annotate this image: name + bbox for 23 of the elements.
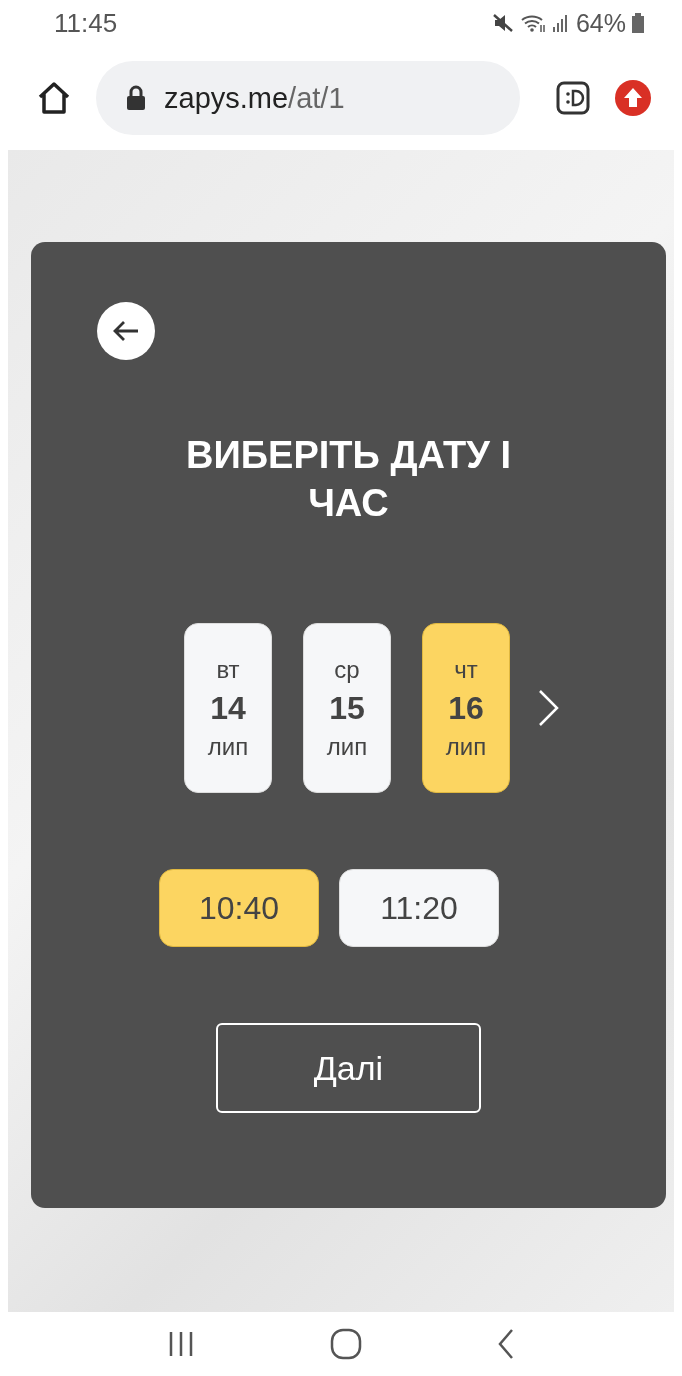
lock-icon — [126, 85, 146, 111]
mute-icon — [491, 13, 514, 33]
date-option[interactable]: чт 16 лип — [422, 623, 510, 793]
time-option[interactable]: 11:20 — [339, 869, 499, 947]
time-option[interactable]: 10:40 — [159, 869, 319, 947]
card-title: ВИБЕРІТЬ ДАТУ І ЧАС — [185, 433, 512, 526]
home-icon[interactable] — [36, 81, 72, 115]
left-arrow-icon — [111, 319, 141, 343]
back-button[interactable] — [97, 302, 155, 360]
date-option[interactable]: ср 15 лип — [303, 623, 391, 793]
battery-icon — [632, 13, 644, 33]
address-bar[interactable]: zapys.me/at/1 — [96, 61, 520, 135]
battery-percent: 64% — [575, 8, 626, 38]
next-button[interactable]: Далі — [216, 1023, 481, 1113]
smiley-tab-icon[interactable] — [556, 81, 590, 115]
wifi-icon — [519, 13, 546, 33]
signal-icon — [551, 13, 570, 33]
status-time: 11:45 — [54, 7, 118, 39]
upload-icon[interactable] — [614, 79, 652, 117]
home-button-icon[interactable] — [329, 1327, 363, 1361]
url-text: zapys.me/at/1 — [164, 81, 345, 115]
chevron-right-icon[interactable] — [537, 688, 561, 728]
date-option[interactable]: вт 14 лип — [184, 623, 272, 793]
